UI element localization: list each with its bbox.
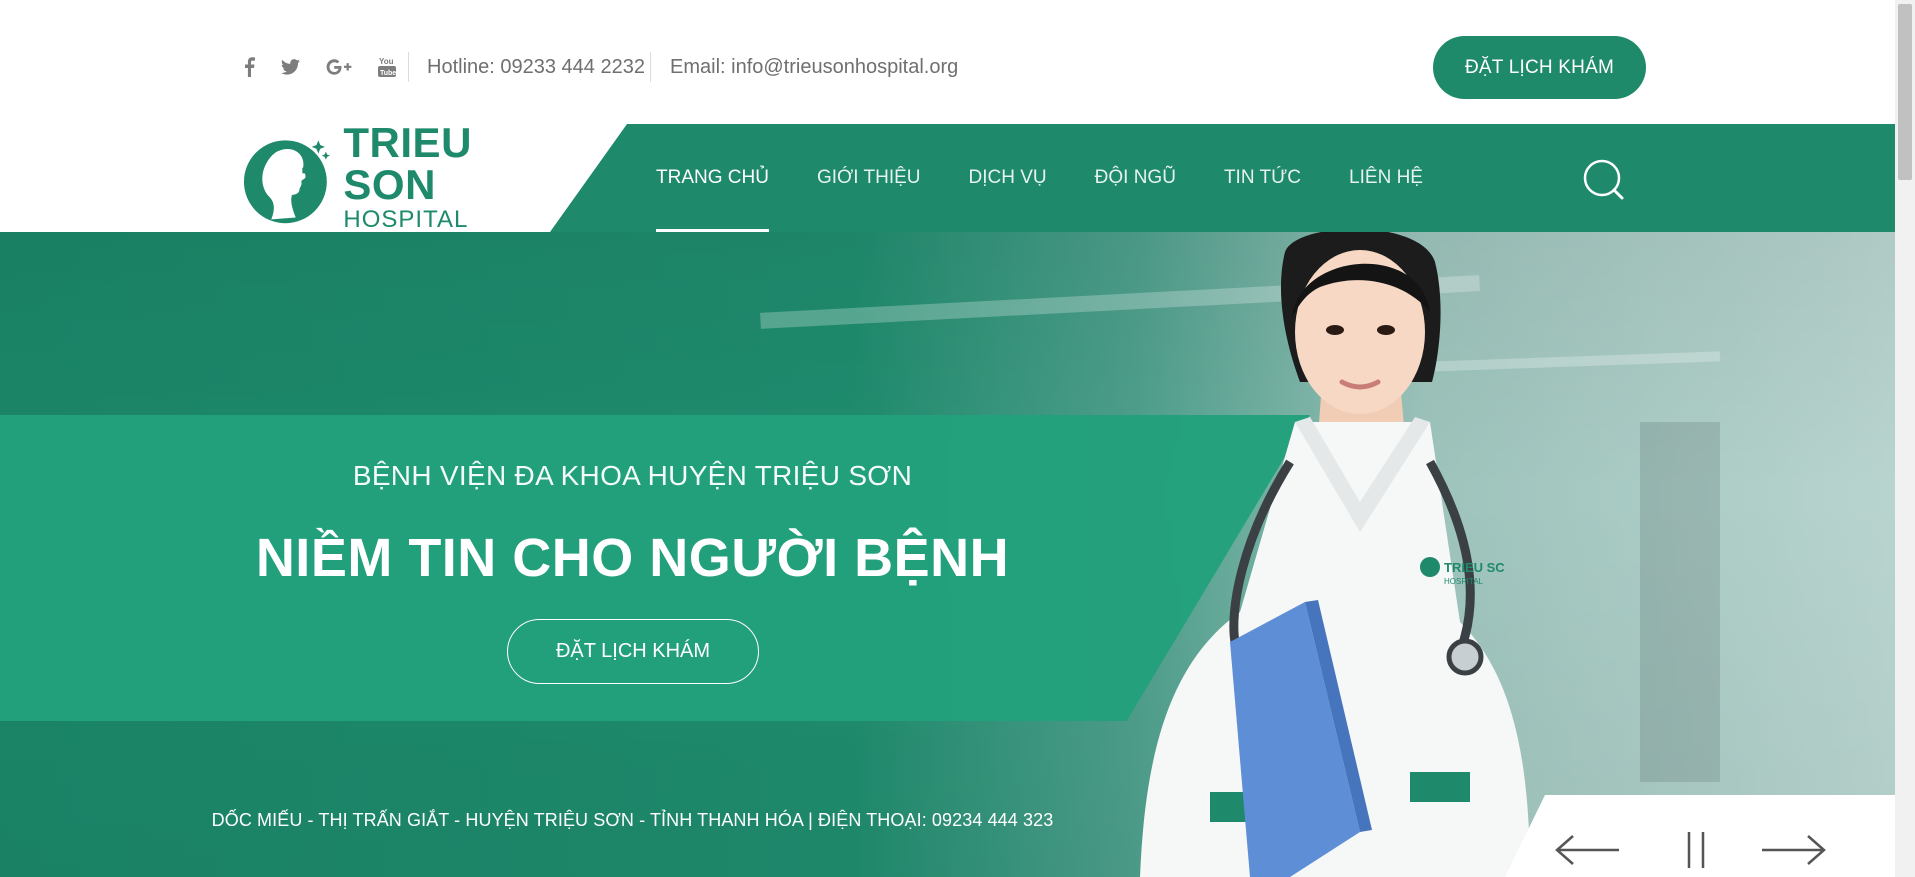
email-text: Email: info@trieusonhospital.org: [670, 56, 959, 78]
google-plus-icon[interactable]: [326, 52, 352, 82]
divider: [650, 52, 651, 82]
menu-item-contact[interactable]: LIÊN HỆ: [1349, 124, 1423, 232]
main-menu: TRANG CHỦ GIỚI THIỆU DỊCH VỤ ĐỘI NGŨ TIN…: [656, 124, 1423, 232]
menu-item-services[interactable]: DỊCH VỤ: [969, 124, 1047, 232]
coat-badge-subtext: HOSPITAL: [1444, 577, 1484, 586]
logo-subtitle: HOSPITAL: [343, 206, 469, 233]
menu-item-team[interactable]: ĐỘI NGŨ: [1095, 124, 1176, 232]
top-bar: You Tube Hotline: 09233 444 2232 Email: i…: [0, 0, 1895, 124]
book-appointment-button[interactable]: ĐẶT LỊCH KHÁM: [1433, 36, 1646, 99]
site-logo[interactable]: TRIEU SON HOSPITAL: [243, 122, 563, 233]
divider: [408, 52, 409, 82]
hero-book-appointment-button[interactable]: ĐẶT LỊCH KHÁM: [507, 619, 759, 684]
social-links: You Tube: [243, 52, 396, 82]
svg-text:You: You: [379, 57, 394, 66]
logo-face-icon: [243, 140, 330, 224]
twitter-icon[interactable]: [281, 52, 300, 82]
pause-icon[interactable]: [1684, 830, 1708, 870]
scrollbar-thumb[interactable]: [1898, 4, 1912, 180]
menu-item-home[interactable]: TRANG CHỦ: [656, 124, 769, 232]
arrow-right-icon[interactable]: [1760, 830, 1826, 870]
menu-item-about[interactable]: GIỚI THIỆU: [817, 124, 921, 232]
youtube-icon[interactable]: You Tube: [378, 52, 396, 82]
logo-name: TRIEU SON: [343, 119, 472, 208]
hero-slider: BỆNH VIỆN ĐA KHOA HUYỆN TRIỆU SƠN NIỀM T…: [0, 232, 1895, 877]
hotline-text: Hotline: 09233 444 2232: [427, 56, 645, 78]
doctor-image: TRIEU SC HOSPITAL: [1140, 232, 1530, 877]
arrow-left-icon[interactable]: [1555, 830, 1621, 870]
menu-item-news[interactable]: TIN TỨC: [1224, 124, 1301, 232]
search-icon[interactable]: [1582, 158, 1626, 202]
facebook-icon[interactable]: [243, 52, 255, 82]
logo-wordmark: TRIEU SON HOSPITAL: [343, 122, 563, 234]
coat-badge-text: TRIEU SC: [1444, 560, 1505, 575]
svg-text:Tube: Tube: [380, 70, 396, 77]
